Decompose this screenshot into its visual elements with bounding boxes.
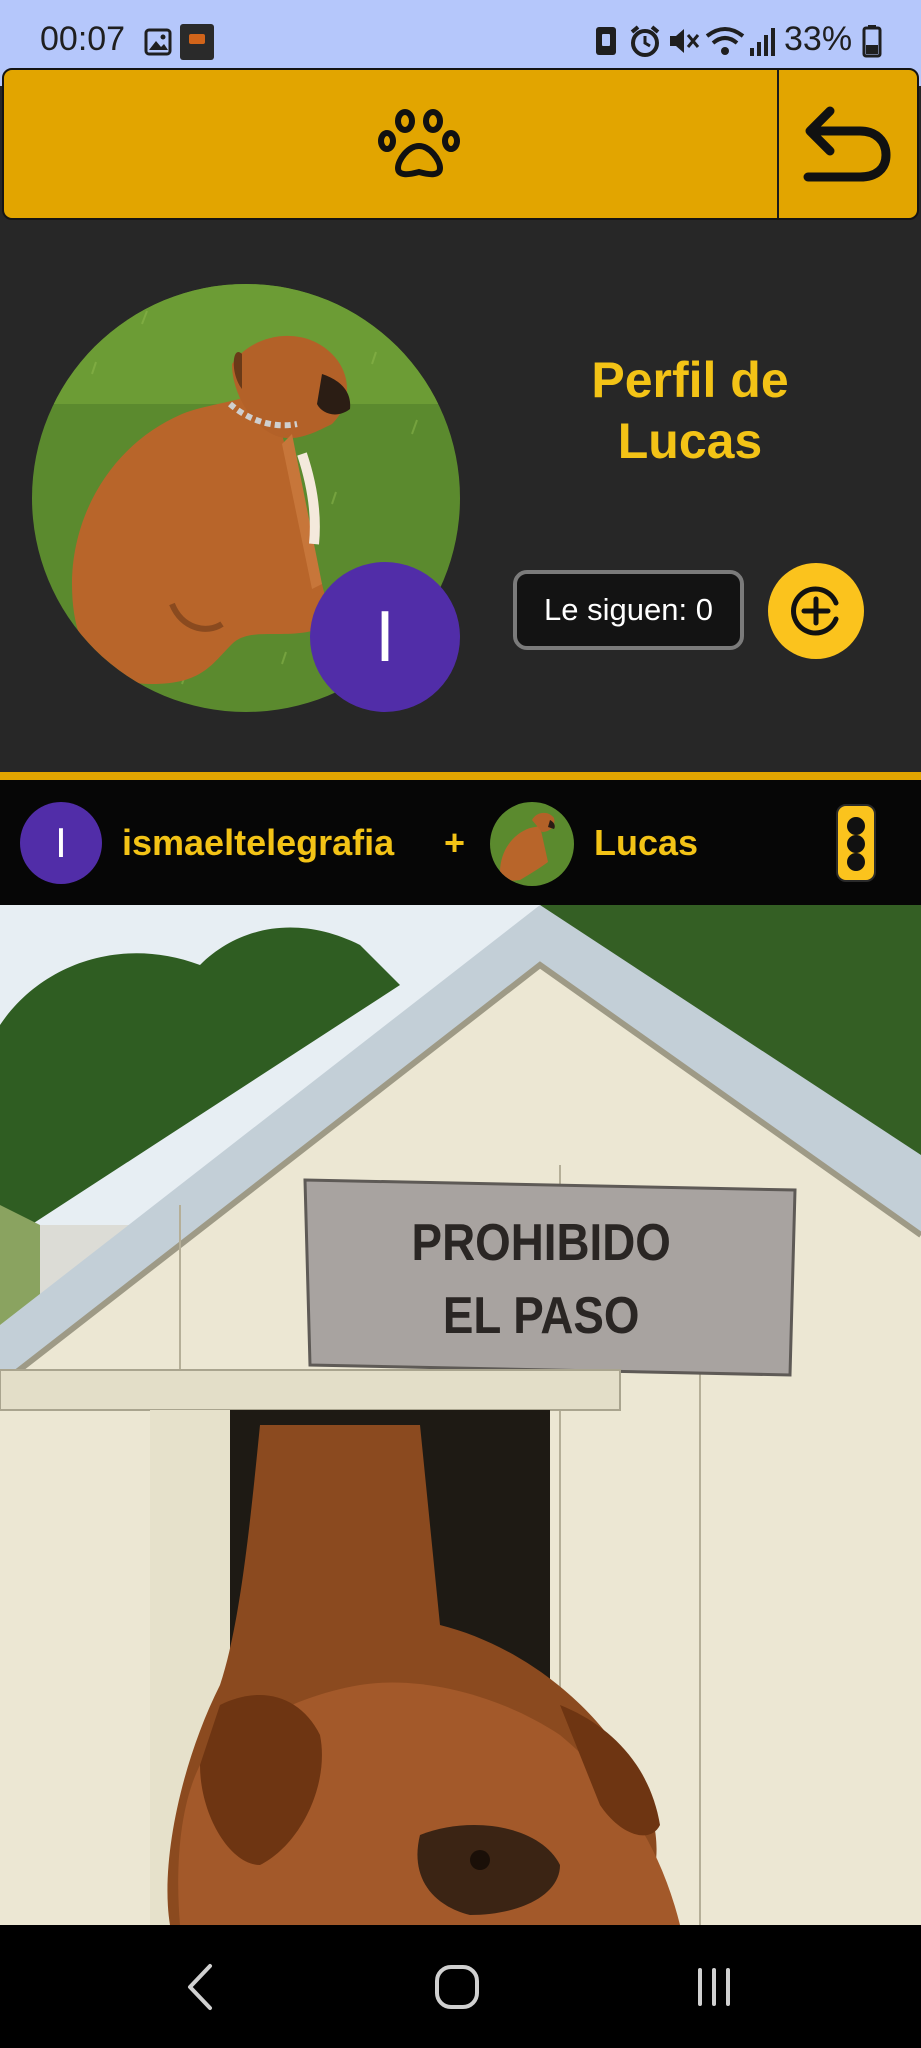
post-owner-avatar[interactable]: I xyxy=(20,802,102,884)
battery-icon xyxy=(862,25,882,58)
post-owner-name[interactable]: ismaeltelegrafia xyxy=(122,822,394,864)
follow-button[interactable] xyxy=(768,563,864,659)
post-pet-name[interactable]: Lucas xyxy=(594,822,698,864)
profile-title: Perfil de Lucas xyxy=(591,352,789,469)
back-button[interactable] xyxy=(779,70,917,218)
followers-count: Le siguen: 0 xyxy=(513,570,744,650)
post-photo[interactable]: PROHIBIDO EL PASO xyxy=(0,905,921,1925)
wifi-icon xyxy=(705,27,745,55)
mute-icon xyxy=(670,29,700,53)
post-joiner: + xyxy=(444,822,466,863)
sign-line-2: EL PASO xyxy=(443,1287,640,1344)
paw-icon xyxy=(378,109,460,178)
pet-thumbnail xyxy=(490,802,574,886)
post-pet-avatar[interactable] xyxy=(490,802,574,886)
sign-line-1: PROHIBIDO xyxy=(412,1214,671,1271)
plus-circle-icon xyxy=(791,586,839,636)
back-arrow-icon xyxy=(803,106,891,182)
owner-initial-badge: I xyxy=(310,562,460,712)
doghouse-photo: PROHIBIDO EL PASO xyxy=(0,905,921,1925)
back-nav-icon[interactable] xyxy=(182,1960,218,2014)
battery-percent: 33% xyxy=(784,20,853,58)
image-icon xyxy=(144,28,172,56)
alarm-icon xyxy=(630,25,660,57)
home-nav-icon[interactable] xyxy=(434,1964,480,2010)
nfc-icon xyxy=(596,27,616,55)
section-divider xyxy=(0,772,921,780)
signal-icon xyxy=(750,28,775,56)
post-options-button[interactable] xyxy=(836,804,876,882)
app-notification-icon xyxy=(180,24,214,60)
recents-nav-icon[interactable] xyxy=(694,1966,734,2008)
status-time: 00:07 xyxy=(40,20,126,58)
